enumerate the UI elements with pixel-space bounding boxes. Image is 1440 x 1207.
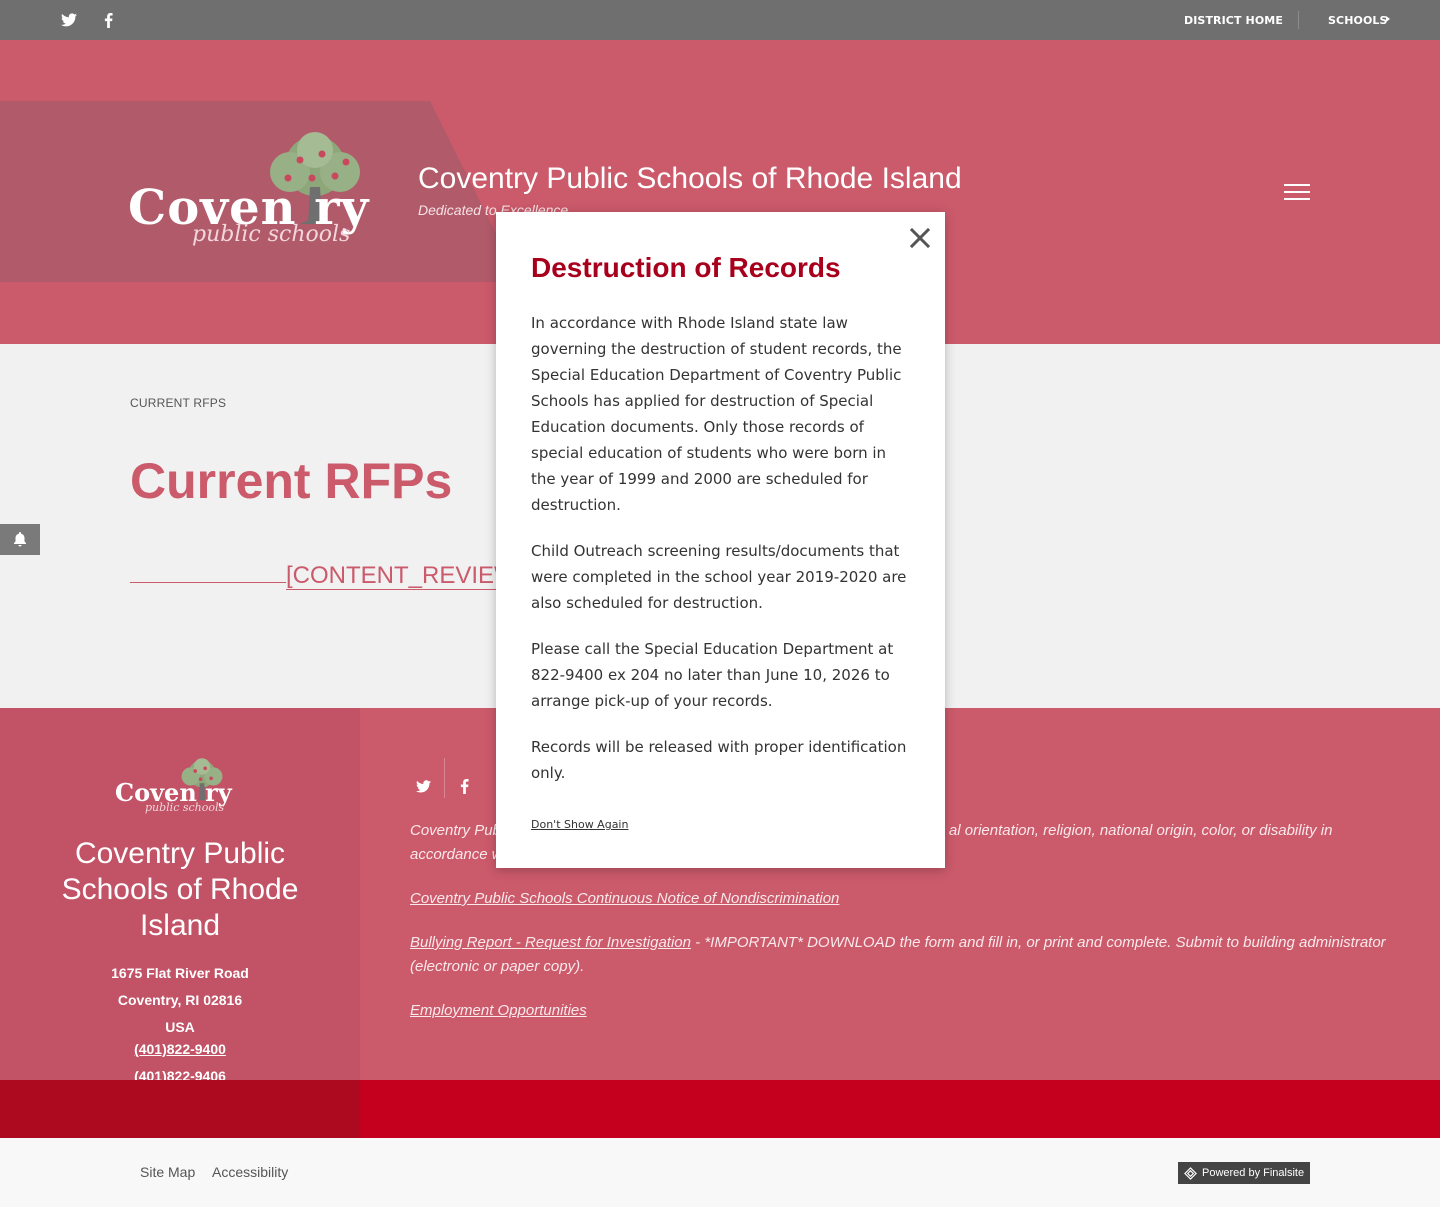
facebook-link[interactable] [104, 0, 113, 40]
accessibility-link[interactable]: Accessibility [212, 1164, 288, 1180]
footer-red-bar-left [0, 1080, 360, 1138]
nav-separator [1298, 11, 1299, 29]
content-review-link[interactable]: [CONTENT_REVIEW [130, 562, 517, 590]
bottom-bar: Site Map Accessibility Powered by Finals… [0, 1138, 1440, 1207]
modal-paragraph-3: Please call the Special Education Depart… [531, 640, 894, 710]
link-underline [130, 582, 286, 583]
footer-facebook-link[interactable] [460, 768, 469, 804]
top-bar: DISTRICT HOME SCHOOLS [0, 0, 1440, 40]
menu-hamburger-icon[interactable] [1284, 184, 1310, 200]
bullying-report-text: Bullying Report - Request for Investigat… [410, 931, 1400, 979]
footer-contact-column: Coven ry public schools Coventry Public … [0, 708, 360, 1138]
nondiscrimination-notice-link[interactable]: Coventry Public Schools Continuous Notic… [410, 890, 839, 907]
nondiscrim-start: Coventry Pub [410, 822, 501, 839]
twitter-link[interactable] [61, 0, 77, 40]
close-modal-button[interactable] [908, 226, 932, 250]
powered-by-finalsite-badge[interactable]: Powered by Finalsite [1178, 1162, 1310, 1184]
modal-paragraph-2: Child Outreach screening results/documen… [531, 542, 907, 612]
footer-address-line2: Coventry, RI 02816 [117, 992, 243, 1008]
footer-title: Coventry Public Schools of Rhode Island [61, 837, 299, 942]
close-icon [909, 227, 931, 249]
bullying-report-link[interactable]: Bullying Report - Request for Investigat… [410, 934, 691, 951]
footer-address-line1: 1675 Flat River Road [111, 965, 249, 981]
content-review-label: [CONTENT_REVIEW [286, 562, 517, 590]
facebook-icon [460, 778, 469, 794]
modal-paragraph-1: In accordance with Rhode Island state la… [531, 314, 902, 514]
site-map-link[interactable]: Site Map [140, 1164, 195, 1180]
alerts-tab[interactable] [0, 524, 40, 555]
twitter-icon [61, 13, 77, 27]
employment-opportunities-link[interactable]: Employment Opportunities [410, 1002, 587, 1019]
footer-phone-link[interactable]: (401)822-9400 [134, 1041, 226, 1057]
modal-paragraph-4: Records will be released with proper ide… [531, 738, 907, 782]
footer-logo: Coven ry public schools [115, 758, 250, 818]
site-logo[interactable]: Coven ry public schools [128, 132, 403, 256]
twitter-icon [416, 779, 431, 792]
modal-title: Destruction of Records [531, 252, 841, 283]
nondiscrim-end: al orientation, religion, national origi… [948, 822, 1333, 839]
powered-by-label: Powered by Finalsite [1202, 1167, 1305, 1179]
bell-icon [14, 532, 26, 547]
facebook-icon [104, 12, 113, 28]
page-title: Current RFPs [130, 453, 453, 509]
footer-address-country: USA [165, 1019, 195, 1035]
destruction-of-records-modal: Destruction of Records In accordance wit… [496, 212, 945, 868]
logo-subtitle: public schools [192, 222, 351, 247]
caret-right-icon [1386, 16, 1390, 22]
nondiscrim-line2: accordance w [410, 846, 503, 863]
site-title: Coventry Public Schools of Rhode Island [418, 162, 962, 195]
district-home-link[interactable]: DISTRICT HOME [1184, 14, 1283, 27]
breadcrumb: CURRENT RFPS [130, 396, 227, 410]
schools-dropdown[interactable]: SCHOOLS [1328, 14, 1388, 27]
dont-show-again-link[interactable]: Don't Show Again [531, 818, 628, 831]
footer-social-separator [444, 758, 445, 798]
footer-twitter-link[interactable] [416, 768, 431, 804]
footer-red-bar [0, 1080, 1440, 1138]
footer-logo-subtitle: public schools [145, 801, 225, 814]
finalsite-logo-icon [1184, 1166, 1197, 1180]
